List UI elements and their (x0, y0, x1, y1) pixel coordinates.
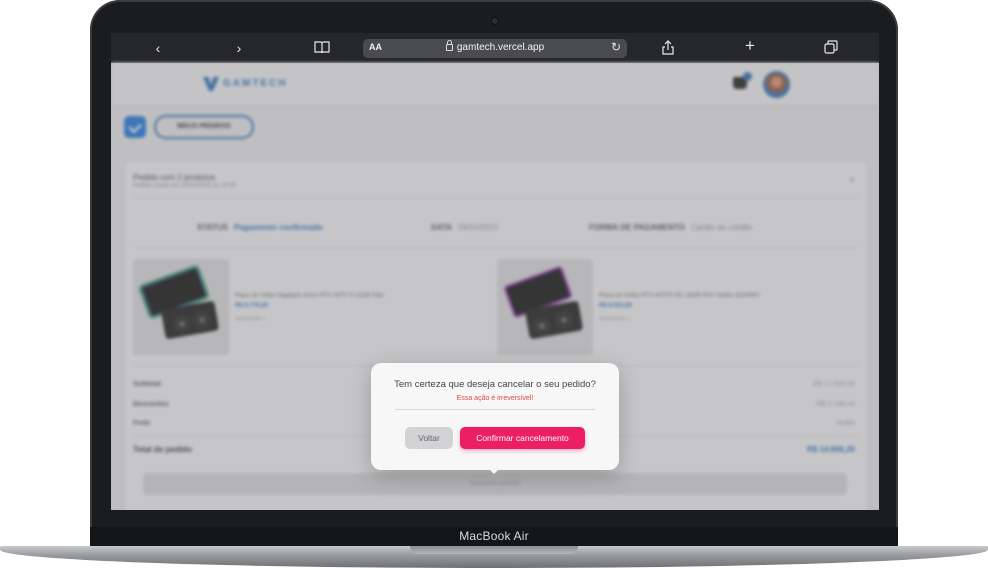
modal-warning: Essa ação é irreversível! (456, 395, 534, 402)
book-icon[interactable] (313, 40, 331, 56)
new-tab-icon[interactable]: + (741, 37, 759, 54)
tabs-icon[interactable] (822, 40, 840, 57)
browser-toolbar: ‹ › AA gamtech.vercel.app ↻ + (111, 33, 879, 63)
modal-question: Tem certeza que deseja cancelar o seu pe… (394, 379, 596, 390)
back-button[interactable]: Voltar (405, 427, 453, 449)
back-icon[interactable]: ‹ (149, 40, 167, 56)
screen: ‹ › AA gamtech.vercel.app ↻ + GAMTECH ME… (111, 33, 879, 510)
forward-icon[interactable]: › (230, 40, 248, 56)
camera (492, 18, 498, 24)
device-label: MacBook Air (459, 529, 529, 543)
url-text: gamtech.vercel.app (456, 42, 545, 53)
share-icon[interactable] (659, 40, 677, 58)
laptop-notch (410, 546, 578, 554)
modal-tail (488, 468, 500, 474)
cancel-confirm-modal: Tem certeza que deseja cancelar o seu pe… (371, 363, 619, 470)
confirm-cancel-button[interactable]: Confirmar cancelamento (460, 427, 585, 449)
url-bar[interactable]: AA gamtech.vercel.app ↻ (363, 39, 627, 58)
lock-icon (445, 40, 453, 51)
reload-icon[interactable]: ↻ (611, 40, 621, 54)
divider (395, 409, 595, 410)
